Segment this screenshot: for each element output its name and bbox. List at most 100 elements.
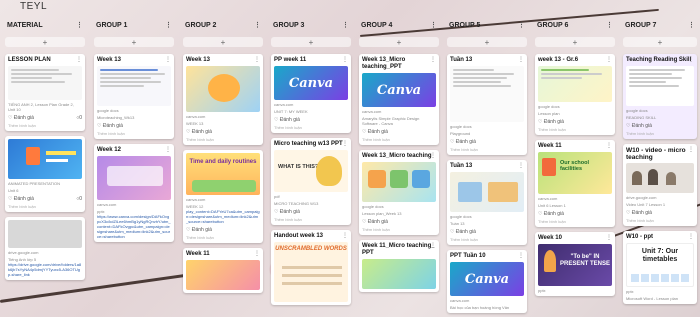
more-icon[interactable]: ⋮: [254, 56, 260, 63]
add-post-button[interactable]: +: [94, 37, 174, 47]
add-comment-field[interactable]: Thêm bình luận: [626, 218, 694, 223]
rating-button[interactable]: ♡ Đánh giá: [97, 123, 123, 129]
post-card[interactable]: Week 13_Micro teaching_PPT ⋮ Canva canva…: [359, 54, 439, 145]
add-post-button[interactable]: +: [271, 37, 351, 47]
post-card[interactable]: Week 11 ⋮: [183, 248, 263, 293]
add-comment-field[interactable]: Thêm bình luận: [274, 217, 348, 222]
post-subtitle: Bài học của bạn hoàng hồng Vân: [450, 305, 510, 310]
add-comment-field[interactable]: Thêm bình luận: [362, 227, 436, 232]
add-comment-field[interactable]: Thêm bình luận: [8, 204, 82, 209]
post-card[interactable]: PP week 11 ⋮ Canva canva.com UNIT 7: MY …: [271, 54, 351, 133]
post-card[interactable]: Handout week 13 ⋮ UNSCRAMBLED WORDS: [271, 230, 351, 305]
comment-count[interactable]: ○0: [76, 115, 82, 121]
post-card[interactable]: Micro teaching w13 PPT ⋮ WHAT IS THIS? p…: [271, 138, 351, 225]
post-card[interactable]: LESSON PLAN ⋮ TIẾNG ANH 2, Lesson Plan G…: [5, 54, 85, 131]
post-card[interactable]: ANIMATED PRESENTATION Unit 6 ♡ Đánh giá …: [5, 136, 85, 212]
post-card[interactable]: Week 13_Micro teaching ⋮ google docs Les…: [359, 150, 439, 235]
rating-button[interactable]: ♡ Đánh giá: [626, 210, 652, 216]
post-link[interactable]: https://www.canva.com/design/DAFkOvgpcX3…: [97, 214, 171, 239]
add-post-button[interactable]: +: [623, 37, 697, 47]
column-group-5: GROUP 5 ⋮ + Tuần 13 ⋮ google docs Playgr…: [447, 17, 527, 317]
post-card[interactable]: drive.google.com Tiếng Anh lớp 5 https:/…: [5, 217, 85, 280]
more-icon[interactable]: ⋮: [342, 232, 348, 239]
more-icon[interactable]: ⋮: [430, 56, 436, 63]
post-card[interactable]: Week 11 ⋮ Our school facilities canva.co…: [535, 140, 615, 227]
rating-button[interactable]: ♡ Đánh giá: [8, 115, 34, 121]
more-icon[interactable]: ⋮: [76, 56, 82, 63]
post-card[interactable]: Week 13 ⋮ canva.com WEEK 13 ♡ Đánh giá T…: [183, 54, 263, 145]
add-comment-field[interactable]: Thêm bình luận: [450, 147, 524, 152]
column-title: GROUP 4: [361, 21, 393, 29]
more-icon[interactable]: ⋮: [165, 56, 171, 63]
rating-button[interactable]: ♡ Đánh giá: [538, 119, 564, 125]
comment-count[interactable]: ○0: [76, 196, 82, 202]
add-post-button[interactable]: +: [183, 37, 263, 47]
post-card[interactable]: Time and daily routines canva.com WEEK 1…: [183, 150, 263, 243]
add-post-button[interactable]: +: [5, 37, 85, 47]
rating-button[interactable]: ♡ Đánh giá: [626, 123, 652, 129]
more-icon[interactable]: ⋮: [430, 242, 436, 249]
post-card[interactable]: week 13 - Gr.6 ⋮ google docs Lesson plan…: [535, 54, 615, 135]
rating-button[interactable]: ♡ Đánh giá: [450, 229, 476, 235]
more-icon[interactable]: ⋮: [518, 21, 525, 29]
add-post-button[interactable]: +: [447, 37, 527, 47]
rating-button[interactable]: ♡ Đánh giá: [362, 129, 388, 135]
add-comment-field[interactable]: Thêm bình luận: [97, 131, 171, 136]
more-icon[interactable]: ⋮: [606, 234, 612, 241]
post-card[interactable]: Week 12 ⋮ canva.com pptx https://www.can…: [94, 144, 174, 242]
more-icon[interactable]: ⋮: [688, 21, 695, 29]
rating-button[interactable]: ♡ Đánh giá: [8, 196, 34, 202]
add-post-button[interactable]: +: [535, 37, 615, 47]
rating-button[interactable]: ♡ Đánh giá: [362, 219, 388, 225]
more-icon[interactable]: ⋮: [606, 142, 612, 149]
add-comment-field[interactable]: Thêm bình luận: [450, 237, 524, 242]
more-icon[interactable]: ⋮: [254, 250, 260, 257]
more-icon[interactable]: ⋮: [342, 140, 348, 147]
post-meta: canva.com: [97, 202, 117, 207]
rating-button[interactable]: ♡ Đánh giá: [186, 129, 212, 135]
add-comment-field[interactable]: Thêm bình luận: [538, 127, 612, 132]
more-icon[interactable]: ⋮: [688, 233, 694, 240]
more-icon[interactable]: ⋮: [165, 146, 171, 153]
more-icon[interactable]: ⋮: [430, 21, 437, 29]
post-card[interactable]: Week 11_Micro teaching_ PPT ⋮: [359, 240, 439, 292]
heart-icon: ♡: [538, 119, 543, 125]
more-icon[interactable]: ⋮: [342, 21, 349, 29]
post-card[interactable]: Tuần 13 ⋮ google docs Playground ♡ Đánh …: [447, 54, 527, 155]
more-icon[interactable]: ⋮: [688, 56, 694, 63]
post-card[interactable]: PPT Tuần 10 ⋮ Canva canva.com Bài học củ…: [447, 250, 527, 313]
post-title: PP week 11: [274, 57, 307, 63]
rating-button[interactable]: ♡ Đánh giá: [538, 211, 564, 217]
add-post-button[interactable]: +: [359, 37, 439, 47]
more-icon[interactable]: ⋮: [165, 21, 172, 29]
add-comment-field[interactable]: Thêm bình luận: [362, 137, 436, 142]
add-comment-field[interactable]: Thêm bình luận: [274, 125, 348, 130]
more-icon[interactable]: ⋮: [518, 162, 524, 169]
add-comment-field[interactable]: Thêm bình luận: [626, 131, 694, 136]
post-card[interactable]: Tuần 13 ⋮ google docs Tuần 13 ♡ Đánh giá…: [447, 160, 527, 245]
more-icon[interactable]: ⋮: [254, 21, 261, 29]
post-link[interactable]: https://drive.google.com/drive/folders/1…: [8, 262, 82, 277]
post-card[interactable]: W10 - ppt ⋮ Unit 7: Our timetables pptx …: [623, 231, 697, 304]
more-icon[interactable]: ⋮: [606, 56, 612, 63]
rating-button[interactable]: ♡ Đánh giá: [274, 117, 300, 123]
rating-button[interactable]: ♡ Đánh giá: [274, 209, 300, 215]
add-comment-field[interactable]: Thêm bình luận: [186, 235, 260, 240]
more-icon[interactable]: ⋮: [430, 152, 436, 159]
post-link[interactable]: play_content=DAFYeU7ca&utm_campaign=desi…: [186, 209, 260, 224]
post-card[interactable]: Week 13 ⋮ google docs Microteaching_Wk13…: [94, 54, 174, 139]
post-card[interactable]: Week 10 ⋮ "To be" IN PRESENT TENSE pptx: [535, 232, 615, 296]
post-card[interactable]: W10 - video - micro teaching ⋮ drive.goo…: [623, 144, 697, 226]
post-card[interactable]: Teaching Reading Skill ⋮ google docs REA…: [623, 54, 697, 139]
more-icon[interactable]: ⋮: [518, 56, 524, 63]
rating-button[interactable]: ♡ Đánh giá: [450, 139, 476, 145]
more-icon[interactable]: ⋮: [76, 21, 83, 29]
more-icon[interactable]: ⋮: [342, 56, 348, 63]
more-icon[interactable]: ⋮: [518, 252, 524, 259]
add-comment-field[interactable]: Thêm bình luận: [8, 123, 82, 128]
add-comment-field[interactable]: Thêm bình luận: [186, 137, 260, 142]
more-icon[interactable]: ⋮: [606, 21, 613, 29]
more-icon[interactable]: ⋮: [688, 146, 694, 153]
rating-button[interactable]: ♡ Đánh giá: [186, 227, 212, 233]
add-comment-field[interactable]: Thêm bình luận: [538, 219, 612, 224]
